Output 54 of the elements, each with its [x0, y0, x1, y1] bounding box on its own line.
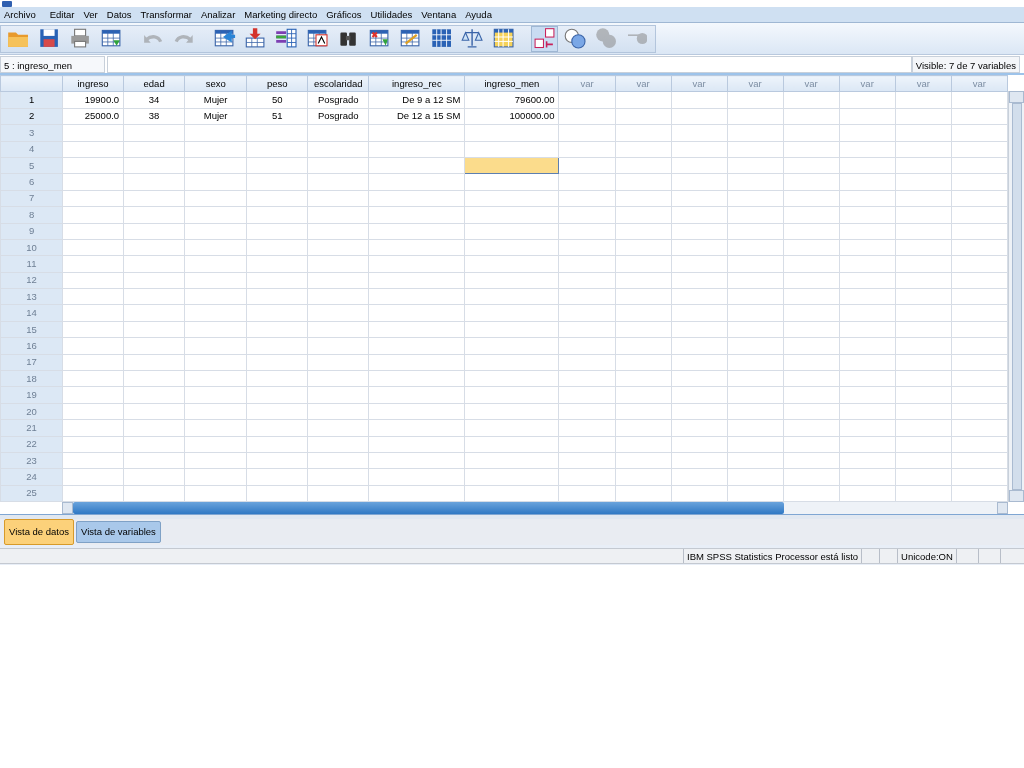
- table-cell[interactable]: 50: [246, 91, 308, 109]
- menu-item[interactable]: Editar: [48, 7, 83, 22]
- scales-icon: [460, 26, 485, 51]
- view-tab[interactable]: Vista de variables: [76, 521, 161, 543]
- table-cell[interactable]: Mujer: [184, 108, 247, 125]
- undo-icon: [142, 33, 163, 44]
- column-header[interactable]: ingreso: [62, 75, 124, 92]
- table-cell[interactable]: 51: [246, 108, 308, 125]
- table-cell[interactable]: De 12 a 15 SM: [368, 108, 465, 125]
- table-cell[interactable]: 100000.00: [464, 108, 559, 125]
- view-tab[interactable]: Vista de datos: [4, 519, 75, 545]
- vertical-scrollbar[interactable]: [1008, 91, 1024, 502]
- table-cell[interactable]: Posgrado: [307, 91, 369, 109]
- encoding-status: Unicode:ON: [898, 549, 957, 563]
- menu-item[interactable]: Ventana: [420, 7, 465, 22]
- column-header[interactable]: escolaridad: [307, 75, 369, 92]
- menu-item[interactable]: Gráficos: [325, 7, 370, 22]
- column-header[interactable]: sexo: [184, 75, 247, 92]
- columns-icon: [274, 26, 299, 51]
- table-cell[interactable]: 38: [123, 108, 185, 125]
- circles-icon: [563, 26, 588, 51]
- menu-item[interactable]: Ver: [82, 7, 106, 22]
- column-header[interactable]: ingreso_rec: [368, 75, 465, 92]
- menu-item[interactable]: Marketing directo: [243, 7, 326, 22]
- cell-value-field[interactable]: [107, 55, 912, 73]
- line-circle-icon: [627, 33, 648, 44]
- redo-icon: [173, 33, 194, 44]
- horizontal-scrollbar[interactable]: [62, 502, 1008, 514]
- menu-item[interactable]: Datos: [105, 7, 140, 22]
- table-cell[interactable]: De 9 a 12 SM: [368, 91, 465, 109]
- table-cell[interactable]: 25000.0: [62, 108, 124, 125]
- table-cell[interactable]: Mujer: [184, 91, 247, 109]
- table-cell[interactable]: 34: [123, 91, 185, 109]
- visible-variables-count: Visible: 7 de 7 variables: [911, 55, 1020, 73]
- column-header[interactable]: edad: [123, 75, 185, 92]
- menu-item[interactable]: Utilidades: [369, 7, 421, 22]
- cell-reference: 5 : ingreso_men: [0, 55, 105, 73]
- corner-cell: [0, 75, 63, 92]
- circles-icon: [594, 26, 619, 51]
- table-cell[interactable]: 79600.00: [464, 91, 559, 109]
- menu-item[interactable]: Analizar: [200, 7, 244, 22]
- status-message: IBM SPSS Statistics Processor está listo: [684, 549, 863, 563]
- toolbar-button[interactable]: [531, 25, 558, 52]
- table-cell[interactable]: 19900.0: [62, 91, 124, 109]
- value-labels-icon: [533, 26, 556, 51]
- table-cell[interactable]: Posgrado: [307, 108, 369, 125]
- table-icon: [491, 26, 516, 51]
- menu-item[interactable]: Ayuda: [464, 7, 500, 22]
- menu-item[interactable]: Archivo: [3, 7, 49, 22]
- app-icon: [2, 1, 12, 7]
- column-header[interactable]: ingreso_men: [464, 75, 559, 92]
- table-arrow-icon: [243, 26, 268, 51]
- menu-item[interactable]: Transformar: [139, 7, 200, 22]
- column-header[interactable]: peso: [246, 75, 308, 92]
